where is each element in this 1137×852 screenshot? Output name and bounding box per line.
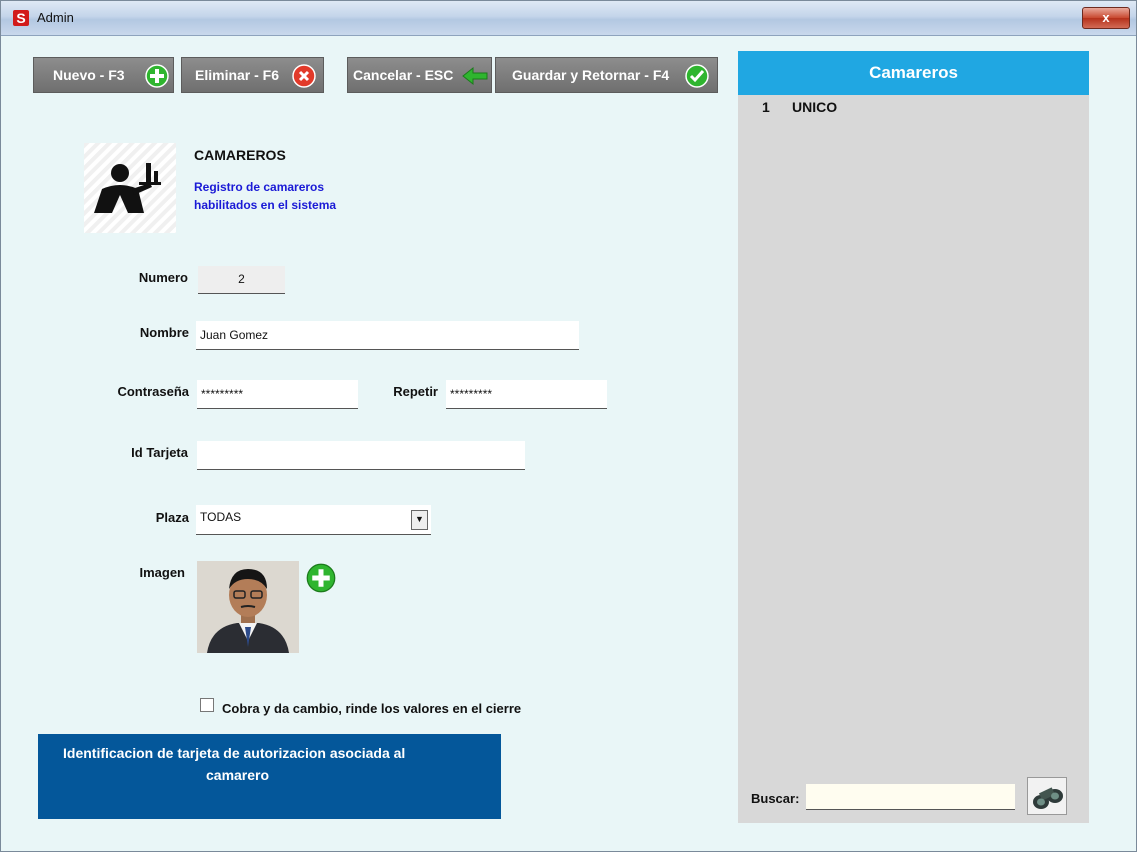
guardar-button-label: Guardar y Retornar - F4 [512,67,670,83]
numero-field: 2 [198,266,285,294]
waiter-photo[interactable] [197,561,299,653]
close-button[interactable]: x [1082,7,1130,29]
dropdown-arrow-icon[interactable]: ▼ [411,510,428,530]
app-window: S Admin x Nuevo - F3 Eliminar - F6 Cance… [0,0,1137,852]
repetir-label: Repetir [393,384,438,399]
window-title: Admin [37,10,74,25]
camareros-panel: Camareros 1 UNICO Buscar: [738,51,1089,823]
nombre-input[interactable] [196,321,579,350]
camareros-panel-title: Camareros [738,51,1089,95]
cobra-checkbox-label: Cobra y da cambio, rinde los valores en … [222,701,522,716]
tarjeta-label: Id Tarjeta [131,445,188,460]
page-subtitle-line1: Registro de camareros [194,180,325,194]
info-box-line2: camarero [206,767,270,783]
plaza-select[interactable]: TODAS ▼ [196,505,431,535]
search-input[interactable] [806,784,1015,810]
cancelar-button-label: Cancelar - ESC [353,67,454,83]
page-title: CAMAREROS [194,147,286,163]
binoculars-icon [1033,787,1063,809]
search-button[interactable] [1027,777,1067,815]
back-arrow-icon [462,66,488,86]
waiter-logo [84,143,176,233]
list-item-number: 1 [762,99,770,115]
contrasena-input[interactable] [197,380,358,409]
nuevo-button-label: Nuevo - F3 [53,67,125,83]
contrasena-label: Contraseña [117,384,189,399]
check-icon [685,64,709,88]
person-photo-icon [197,561,299,653]
delete-icon [292,64,316,88]
plaza-select-value: TODAS [200,510,242,524]
info-box-line1: Identificacion de tarjeta de autorizacio… [63,745,406,761]
list-item[interactable]: 1 UNICO [738,97,1089,119]
title-bar: S Admin x [1,1,1136,36]
waiter-icon [84,143,176,233]
add-icon [145,64,169,88]
page-subtitle-line2: habilitados en el sistema [194,198,337,212]
plaza-label: Plaza [155,510,189,525]
cancelar-button[interactable]: Cancelar - ESC [347,57,492,93]
nuevo-button[interactable]: Nuevo - F3 [33,57,174,93]
app-logo-icon: S [13,10,29,26]
eliminar-button-label: Eliminar - F6 [195,67,280,83]
list-item-name: UNICO [792,99,838,115]
info-box: Identificacion de tarjeta de autorizacio… [38,734,501,819]
numero-label: Numero [138,270,188,285]
tarjeta-input[interactable] [197,441,525,470]
guardar-button[interactable]: Guardar y Retornar - F4 [495,57,718,93]
imagen-label: Imagen [139,565,185,580]
search-label: Buscar: [751,791,800,806]
nombre-label: Nombre [139,325,189,340]
add-image-icon[interactable] [306,563,336,593]
repetir-input[interactable] [446,380,607,409]
cobra-checkbox[interactable] [200,698,214,712]
eliminar-button[interactable]: Eliminar - F6 [181,57,324,93]
